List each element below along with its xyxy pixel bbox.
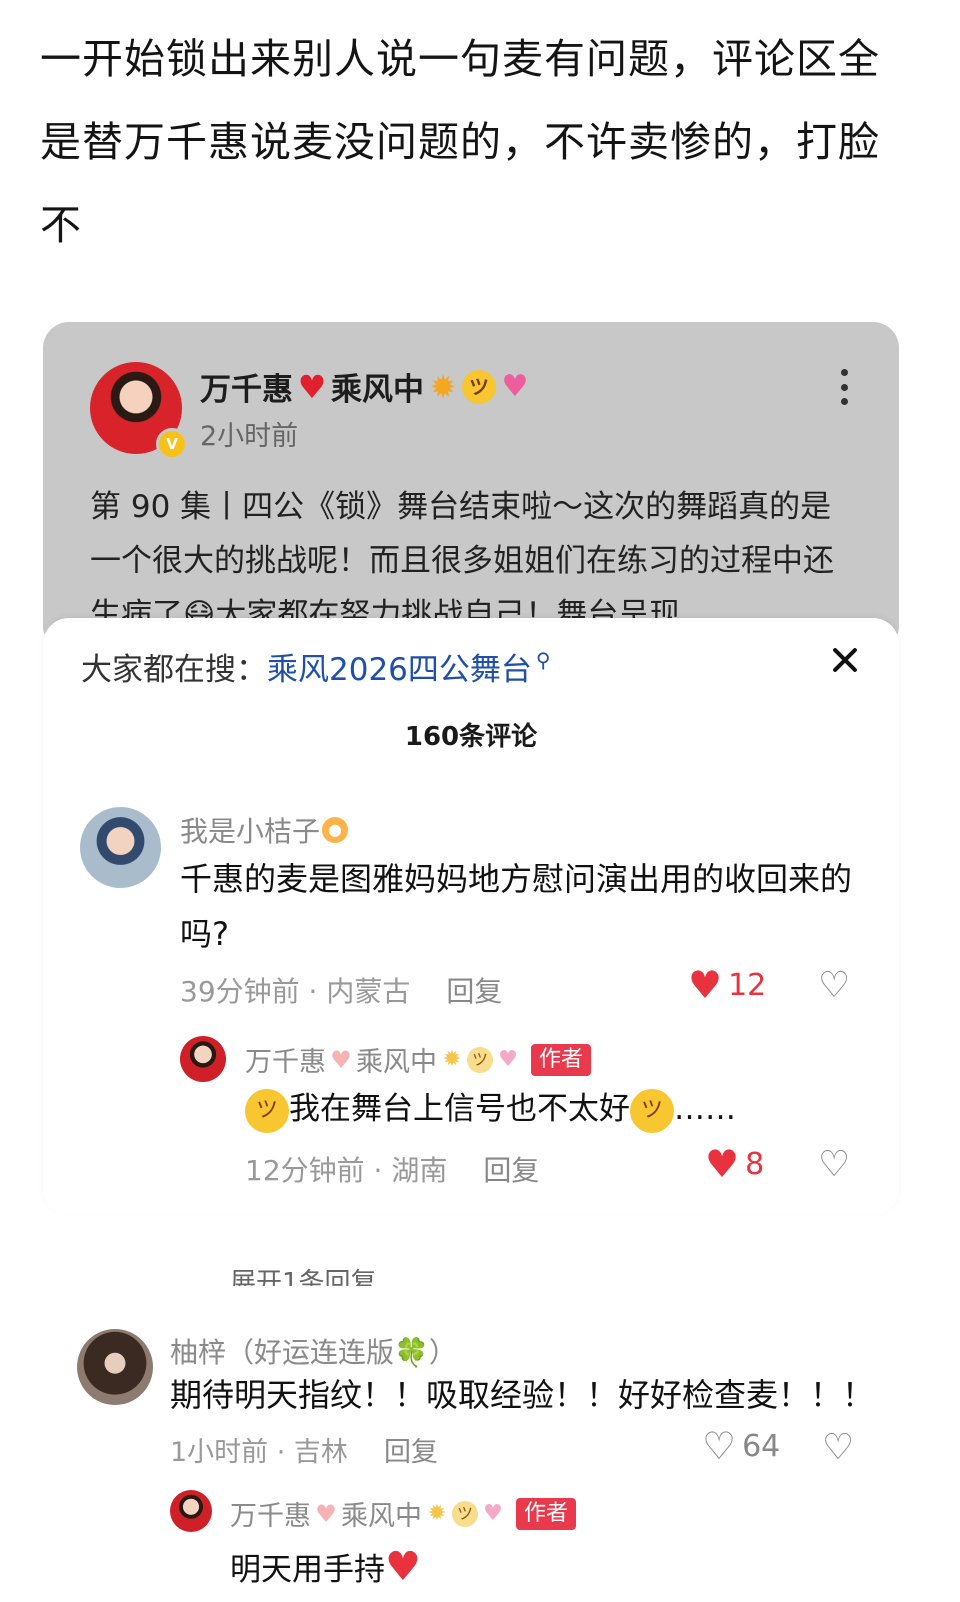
author-tag: 作者 [516, 1497, 577, 1530]
heart-outline-icon: ♡ [702, 1424, 737, 1468]
sun-icon: ✹ [442, 1046, 462, 1072]
heart-icon: ♥ [330, 1045, 352, 1074]
author-reply-name[interactable]: 万千惠 ♥ 乘风中 ✹ ツ ♥ 作者 [245, 1040, 592, 1079]
more-options-icon[interactable] [839, 369, 849, 405]
like-button[interactable]: ♥ 8 [705, 1145, 764, 1183]
post-time: 2小时前 [200, 421, 299, 452]
author-reply-text: ツ我在舞台上信号也不太好ツ…… [245, 1082, 736, 1137]
comment-text: 千惠的麦是图雅妈妈地方慰问演出用的收回来的吗? [180, 860, 853, 953]
author-avatar[interactable] [170, 1490, 212, 1532]
original-post-card[interactable]: V 万千惠 ♥ 乘风中 ✹ ツ ♥ 2小时前 第 90 集丨四公《锁》舞台结束啦… [43, 322, 899, 652]
tangerine-icon: ● [322, 817, 349, 843]
author-tag: 作者 [531, 1043, 592, 1076]
heart-filled-icon: ♥ [688, 963, 723, 1007]
heart-filled-icon: ♥ [705, 1142, 740, 1186]
winking-face-icon: ツ [467, 1046, 493, 1073]
close-icon[interactable] [831, 646, 859, 674]
reply-button[interactable]: 回复 [483, 1154, 539, 1187]
commenter-name[interactable]: 柚梓（好运连连版🍀） [170, 1331, 457, 1371]
comment-text: 期待明天指纹！！吸取经验！！好好检查麦！！！ [170, 1376, 875, 1414]
sun-icon: ✹ [429, 367, 457, 406]
expand-replies-button[interactable]: 展开1条回复 [230, 1262, 377, 1286]
sparkling-heart-icon: ♥ [483, 1500, 503, 1526]
dislike-icon[interactable]: ♡ [822, 1430, 854, 1466]
like-button[interactable]: ♥ 12 [688, 966, 766, 1004]
author-reply-name[interactable]: 万千惠 ♥ 乘风中 ✹ ツ ♥ 作者 [230, 1494, 577, 1533]
search-prefix: 大家都在搜： [81, 652, 267, 688]
red-heart-icon: ♥ [297, 367, 327, 406]
reply-meta: 12分钟前 · 湖南 回复 [245, 1154, 540, 1187]
author-reply-text: 明天用手持♥ [230, 1544, 421, 1590]
winking-face-icon: ツ [462, 369, 496, 404]
commenter-name[interactable]: 我是小桔子 ● [180, 810, 349, 850]
author-avatar[interactable] [180, 1036, 226, 1082]
verified-badge-icon: V [156, 428, 188, 460]
reply-button[interactable]: 回复 [446, 975, 502, 1008]
commenter-avatar[interactable] [77, 1329, 153, 1405]
dislike-icon[interactable]: ♡ [818, 1147, 850, 1183]
author-name-text-2: 乘风中 [331, 372, 424, 408]
comment-meta: 39分钟前 · 内蒙古 回复 [180, 975, 503, 1008]
laughing-crying-icon: ツ [630, 1088, 674, 1133]
search-icon: ⚲ [535, 647, 551, 672]
post-author-avatar[interactable]: V [90, 362, 188, 460]
sun-icon: ✹ [427, 1500, 447, 1526]
post-author-name[interactable]: 万千惠 ♥ 乘风中 ✹ ツ ♥ [200, 364, 532, 409]
commenter-avatar[interactable] [80, 807, 161, 888]
comments-sheet: 大家都在搜： 乘风2026四公舞台 ⚲ 160条评论 我是小桔子 ● 千惠的麦是… [43, 618, 899, 1215]
reply-button[interactable]: 回复 [384, 1437, 438, 1468]
like-button[interactable]: ♡ 64 [702, 1427, 780, 1465]
author-name-text: 万千惠 [200, 372, 293, 408]
search-term-link[interactable]: 乘风2026四公舞台 [267, 644, 532, 689]
laughing-crying-icon: ツ [245, 1088, 289, 1133]
winking-face-icon: ツ [452, 1500, 478, 1527]
comment-count: 160条评论 [404, 722, 538, 752]
trending-search-bar[interactable]: 大家都在搜： 乘风2026四公舞台 ⚲ [81, 644, 551, 689]
sparkling-heart-icon: ♥ [498, 1046, 518, 1072]
red-heart-icon: ♥ [385, 1544, 421, 1590]
sparkling-heart-icon: ♥ [501, 368, 529, 404]
dislike-icon[interactable]: ♡ [818, 968, 850, 1004]
comment-meta: 1小时前 · 吉林 回复 [170, 1437, 438, 1468]
heart-icon: ♥ [315, 1499, 337, 1528]
post-caption: 一开始锁出来别人说一句麦有问题，评论区全是替万千惠说麦没问题的，不许卖惨的，打脸… [40, 35, 880, 249]
